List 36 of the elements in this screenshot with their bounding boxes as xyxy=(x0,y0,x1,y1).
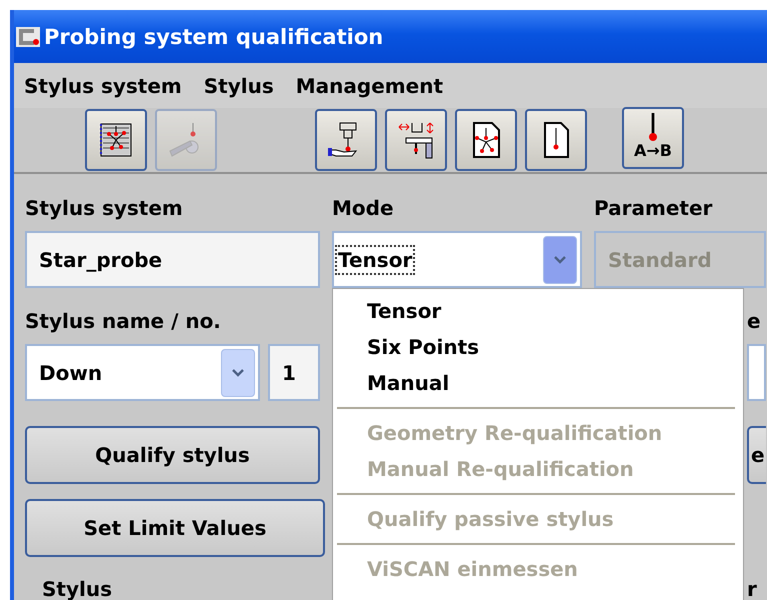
dropdown-option[interactable]: Six Points xyxy=(367,329,743,365)
text-field[interactable]: Star_probe xyxy=(25,231,320,288)
dropdown-button[interactable] xyxy=(543,236,577,284)
menu-item[interactable]: Stylus system xyxy=(24,74,182,98)
action-button[interactable]: e xyxy=(747,426,766,484)
dropdown-option[interactable]: Manual xyxy=(367,365,743,401)
menu-item[interactable]: Stylus xyxy=(204,74,274,98)
window-title: Probing system qualification xyxy=(44,24,384,48)
field-label: e xyxy=(746,309,762,335)
toolbar-button[interactable]: A→B xyxy=(622,106,684,168)
field-label: Stylus system xyxy=(25,196,184,222)
stylus-icon xyxy=(649,112,657,140)
toolbar-button[interactable] xyxy=(525,109,587,171)
dropdown-option[interactable]: Tensor xyxy=(367,293,743,329)
group-label: r xyxy=(746,577,758,600)
menu-item[interactable]: Management xyxy=(296,74,443,98)
measure-icon xyxy=(396,120,436,160)
chevron-down-icon xyxy=(554,256,566,264)
parameter-field: Standard xyxy=(594,231,766,288)
toolbar-button[interactable] xyxy=(455,109,517,171)
text-field[interactable] xyxy=(747,344,766,401)
action-button[interactable]: Qualify stylus xyxy=(25,426,320,484)
field-label: Stylus name / no. xyxy=(25,309,222,335)
app-logo-icon xyxy=(16,26,40,46)
chevron-down-icon xyxy=(232,368,244,376)
dropdown-button[interactable] xyxy=(221,348,255,396)
group-label: Stylus xyxy=(41,577,113,600)
action-button[interactable]: Set Limit Values xyxy=(25,499,325,557)
field-label: Parameter xyxy=(594,196,714,222)
field-label: Mode xyxy=(332,196,395,222)
number-field[interactable]: 1 xyxy=(268,344,320,401)
toolbar-button[interactable] xyxy=(85,109,147,171)
stylus-dropdown[interactable]: Down xyxy=(25,344,260,401)
toolbar-button[interactable] xyxy=(315,109,377,171)
mode-dropdown[interactable]: Tensor xyxy=(332,231,582,288)
toolbar-button[interactable] xyxy=(385,109,447,171)
